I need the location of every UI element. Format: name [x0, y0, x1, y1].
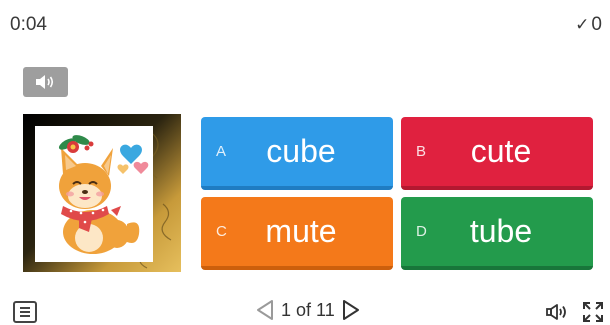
answer-word: cube — [266, 133, 336, 169]
speaker-icon — [35, 75, 53, 89]
answer-option-d[interactable]: D tube — [401, 197, 593, 270]
answer-word: cute — [470, 133, 532, 169]
answer-letter: B — [416, 143, 427, 160]
timer: 0:04 — [10, 14, 47, 35]
answer-letter: C — [216, 223, 227, 240]
footer-bar: 1 of 11 — [0, 296, 610, 325]
triangle-right-icon[interactable] — [341, 299, 361, 321]
question-image — [23, 114, 181, 272]
pagination: 1 of 11 — [255, 299, 361, 321]
fullscreen-icon[interactable] — [582, 301, 604, 325]
check-icon: ✓ — [575, 15, 590, 34]
score: ✓ 0 — [575, 14, 602, 36]
answer-option-b[interactable]: B cute — [401, 117, 593, 190]
answer-word: tube — [469, 213, 533, 249]
sound-icon[interactable] — [545, 303, 571, 325]
answer-word: mute — [265, 213, 337, 249]
answer-option-a[interactable]: A cube — [201, 117, 393, 190]
answer-letter: A — [216, 143, 227, 160]
answer-grid: A cube B cute C mute D tube — [201, 117, 595, 270]
score-value: 0 — [591, 14, 602, 35]
page-indicator: 1 of 11 — [281, 299, 335, 320]
audio-play-button[interactable] — [23, 67, 68, 97]
triangle-left-icon[interactable] — [255, 299, 275, 321]
answer-option-c[interactable]: C mute — [201, 197, 393, 270]
answer-letter: D — [416, 223, 427, 240]
menu-icon[interactable] — [13, 301, 37, 323]
